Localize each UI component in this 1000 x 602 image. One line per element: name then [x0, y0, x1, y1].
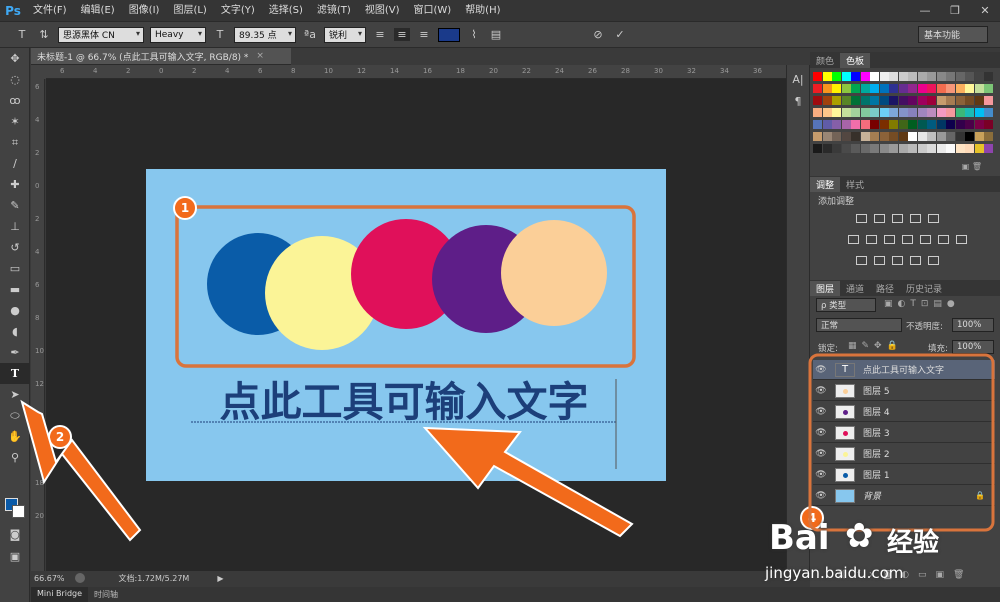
paw-icon: ✿ [845, 516, 874, 556]
watermark-product: 经验 [887, 528, 940, 558]
baidu-watermark: Bai ✿ 经验 jingyan.baidu.com [765, 512, 995, 597]
photoshop-window: Ps 文件(F) 编辑(E) 图像(I) 图层(L) 文字(Y) 选择(S) 滤镜(T) 视图… [0, 0, 1000, 602]
watermark-brand: Bai [769, 518, 830, 558]
highlight-box-4 [808, 353, 995, 532]
watermark-url: jingyan.baidu.com [765, 564, 904, 582]
arrow-3 [422, 426, 634, 538]
arrow-2 [20, 399, 142, 542]
